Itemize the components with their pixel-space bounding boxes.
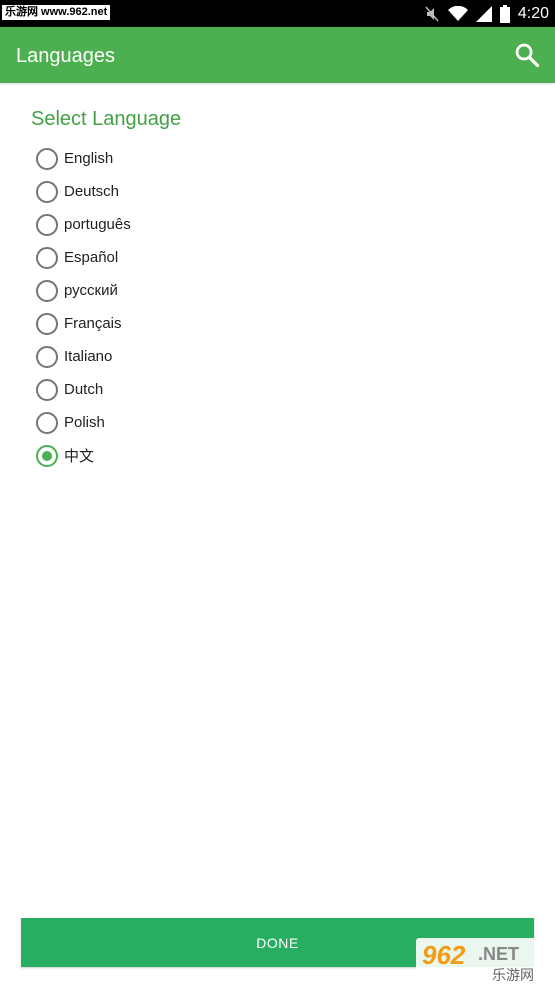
language-radio-group: English Deutsch português Español русский Fra… (36, 142, 131, 472)
language-option[interactable]: Español (36, 241, 131, 274)
watermark-graphic: 962 .NET 乐游网 (422, 940, 534, 984)
status-badge: 乐游网 www.962.net (2, 5, 111, 20)
radio-unchecked-icon[interactable] (36, 213, 58, 236)
svg-text:962: 962 (422, 940, 466, 970)
language-option[interactable]: Polish (36, 406, 131, 439)
battery-icon (499, 4, 510, 23)
language-option-label: Español (64, 249, 119, 266)
svg-text:乐游网: 乐游网 (492, 968, 534, 984)
language-option[interactable]: 中文 (36, 439, 131, 472)
wifi-icon (447, 5, 468, 21)
app-bar: Languages (0, 27, 555, 83)
language-option[interactable]: English (36, 142, 131, 175)
radio-unchecked-icon[interactable] (36, 378, 58, 401)
language-option-label: 中文 (64, 448, 95, 465)
radio-checked-icon[interactable] (36, 444, 58, 467)
radio-unchecked-icon[interactable] (36, 345, 58, 368)
language-option[interactable]: Dutch (36, 373, 131, 406)
mute-icon (425, 6, 439, 21)
radio-unchecked-icon[interactable] (36, 147, 58, 170)
language-option-label: Dutch (64, 381, 104, 398)
language-option[interactable]: русский (36, 274, 131, 307)
watermark-logo: 962 .NET 乐游网 (416, 938, 551, 984)
language-option[interactable]: português (36, 208, 131, 241)
select-language-heading: Select Language (31, 108, 182, 130)
page-title: Languages (16, 45, 115, 67)
language-option-label: русский (64, 282, 118, 299)
language-option-label: Français (64, 315, 122, 332)
radio-unchecked-icon[interactable] (36, 312, 58, 335)
language-option-label: Polish (64, 414, 105, 431)
language-option-label: Italiano (64, 348, 113, 365)
radio-unchecked-icon[interactable] (36, 180, 58, 203)
radio-unchecked-icon[interactable] (36, 411, 58, 434)
language-option-label: English (64, 150, 114, 167)
language-option-label: português (64, 216, 131, 233)
status-icons: 4:20 (424, 0, 549, 27)
language-option[interactable]: Deutsch (36, 175, 131, 208)
search-icon[interactable] (513, 41, 541, 69)
language-option[interactable]: Français (36, 307, 131, 340)
clock: 4:20 (517, 4, 549, 22)
language-option[interactable]: Italiano (36, 340, 131, 373)
svg-text:.NET: .NET (478, 944, 519, 964)
radio-unchecked-icon[interactable] (36, 246, 58, 269)
radio-unchecked-icon[interactable] (36, 279, 58, 302)
language-option-label: Deutsch (64, 183, 120, 200)
signal-icon (475, 5, 492, 22)
status-bar: 乐游网 www.962.net 4:20 (0, 0, 555, 27)
